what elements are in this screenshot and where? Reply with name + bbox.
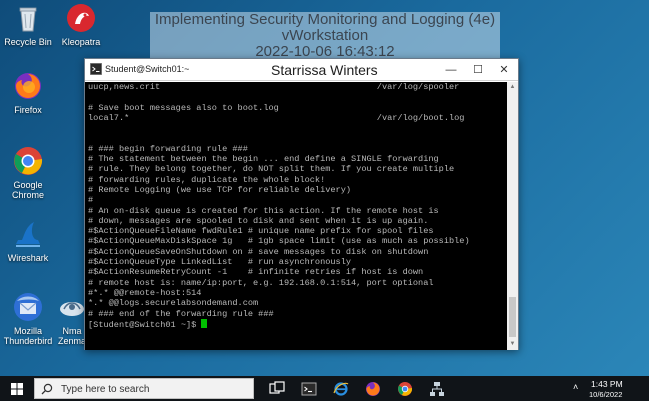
terminal-line: #$ActionQueueMaxDiskSpace 1g # 1gb space… [88,236,470,247]
taskbar-internet-explorer[interactable] [326,376,356,401]
terminal-line: # [88,195,94,206]
terminal-line: # rule. They belong together, do NOT spl… [88,164,455,175]
start-button[interactable] [0,376,34,401]
desktop-icon-label: Kleopatra [61,37,101,47]
taskbar-search[interactable]: Type here to search [34,378,254,399]
kleopatra-icon [67,4,95,32]
taskbar-terminal[interactable] [294,376,324,401]
windows-logo-icon [11,383,23,395]
search-icon [41,383,53,395]
terminal-window[interactable]: Student@Switch01:~ Starrissa Winters — ☐… [84,58,519,350]
task-view-icon [269,381,285,394]
taskbar-task-view[interactable] [262,376,292,401]
shell-prompt: [Student@Switch01 ~]$ [88,319,202,330]
banner-title: Implementing Security Monitoring and Log… [154,11,496,28]
terminal-line: # Save boot messages also to boot.log [88,102,279,113]
terminal-line: #$ActionQueueFileName fwdRule1 # unique … [88,226,434,237]
search-placeholder: Type here to search [61,384,150,395]
firefox-icon [15,73,41,99]
desktop-icon-recycle-bin[interactable]: Recycle Bin [0,2,56,47]
taskbar: Type here to search ˄ 1:43 PM 10/6/2022 [0,376,649,401]
lab-banner: Implementing Security Monitoring and Log… [150,12,500,60]
terminal-icon [301,382,317,396]
system-tray[interactable]: ˄ 1:43 PM 10/6/2022 [569,376,649,401]
terminal-prompt-line[interactable]: [Student@Switch01 ~]$ [88,318,507,330]
student-name-overlay: Starrissa Winters [271,62,378,78]
scrollbar-thumb[interactable] [509,297,516,337]
clock-date[interactable]: 10/6/2022 [589,390,622,399]
maximize-button[interactable]: ☐ [465,59,491,81]
desktop-icon-label: Google [13,180,43,190]
desktop-icon-label-line2: Chrome [11,190,44,200]
desktop-icon-label: Mozilla [13,326,42,336]
terminal-line: #$ActionQueueSaveOnShutdown on # save me… [88,246,429,257]
terminal-line: #*.* @@remote-host:514 [88,287,202,298]
taskbar-firefox[interactable] [358,376,388,401]
desktop-icon-firefox[interactable]: Firefox [0,70,56,115]
terminal-line: #$ActionResumeRetryCount -1 # infinite r… [88,267,424,278]
desktop-icon-kleopatra[interactable]: Kleopatra [53,2,109,47]
banner-subtitle: vWorkstation [281,27,369,44]
minimize-button[interactable]: — [438,59,464,81]
taskbar-chrome[interactable] [390,376,420,401]
desktop-icon-label: Wireshark [7,253,49,263]
terminal-line: # down, messages are spooled to disk and… [88,215,429,226]
terminal-line: # Remote Logging (we use TCP for reliabl… [88,184,352,195]
terminal-output[interactable]: uucp,news.crit /var/log/spooler # Save bo… [85,82,507,350]
taskbar-network-app[interactable] [422,376,452,401]
terminal-lines: uucp,news.crit /var/log/spooler # Save bo… [88,82,507,319]
desktop: Implementing Security Monitoring and Log… [0,0,649,376]
scroll-down-icon[interactable]: ▼ [507,339,518,350]
desktop-icon-wireshark[interactable]: Wireshark [0,218,56,263]
window-titlebar[interactable]: Student@Switch01:~ Starrissa Winters — ☐… [85,59,518,81]
tray-chevron-up-icon[interactable]: ˄ [573,382,578,392]
wireshark-icon [16,222,40,247]
scroll-up-icon[interactable]: ▲ [507,82,518,93]
text-cursor [201,318,208,328]
close-button[interactable]: ✕ [491,59,517,81]
clock-time[interactable]: 1:43 PM [591,379,623,389]
terminal-line: # remote host is: name/ip:port, e.g. 192… [88,277,434,288]
terminal-line: *.* @@logs.securelabsondemand.com [88,298,259,309]
window-title: Student@Switch01:~ [105,64,190,74]
desktop-icon-chrome[interactable]: Google Chrome [0,145,56,200]
thunderbird-icon [14,293,42,321]
ie-icon [333,382,349,396]
terminal-icon [90,63,102,75]
terminal-line: # The statement between the begin ... en… [88,154,439,165]
network-icon [430,382,444,396]
terminal-line: # An on-disk queue is created for this a… [88,205,439,216]
terminal-line: # forwarding rules, duplicate the whole … [88,174,326,185]
desktop-icon-label-line2: Thunderbird [3,336,53,346]
chrome-icon [398,382,413,396]
desktop-icon-label: Recycle Bin [4,37,52,47]
chrome-icon [14,147,43,175]
vertical-scrollbar[interactable]: ▲ ▼ [507,82,518,350]
recycle-bin-icon [19,7,37,32]
terminal-line: #$ActionQueueType LinkedList # run async… [88,257,352,268]
terminal-line: # ### end of the forwarding rule ### [88,308,274,319]
desktop-icon-label: Firefox [14,105,42,115]
terminal-line: # ### begin forwarding rule ### [88,143,248,154]
firefox-icon [366,382,380,396]
terminal-line: local7.* /var/log/boot.log [88,112,465,123]
desktop-icon-thunderbird[interactable]: Mozilla Thunderbird [0,291,56,346]
terminal-line: uucp,news.crit /var/log/spooler [88,82,460,92]
